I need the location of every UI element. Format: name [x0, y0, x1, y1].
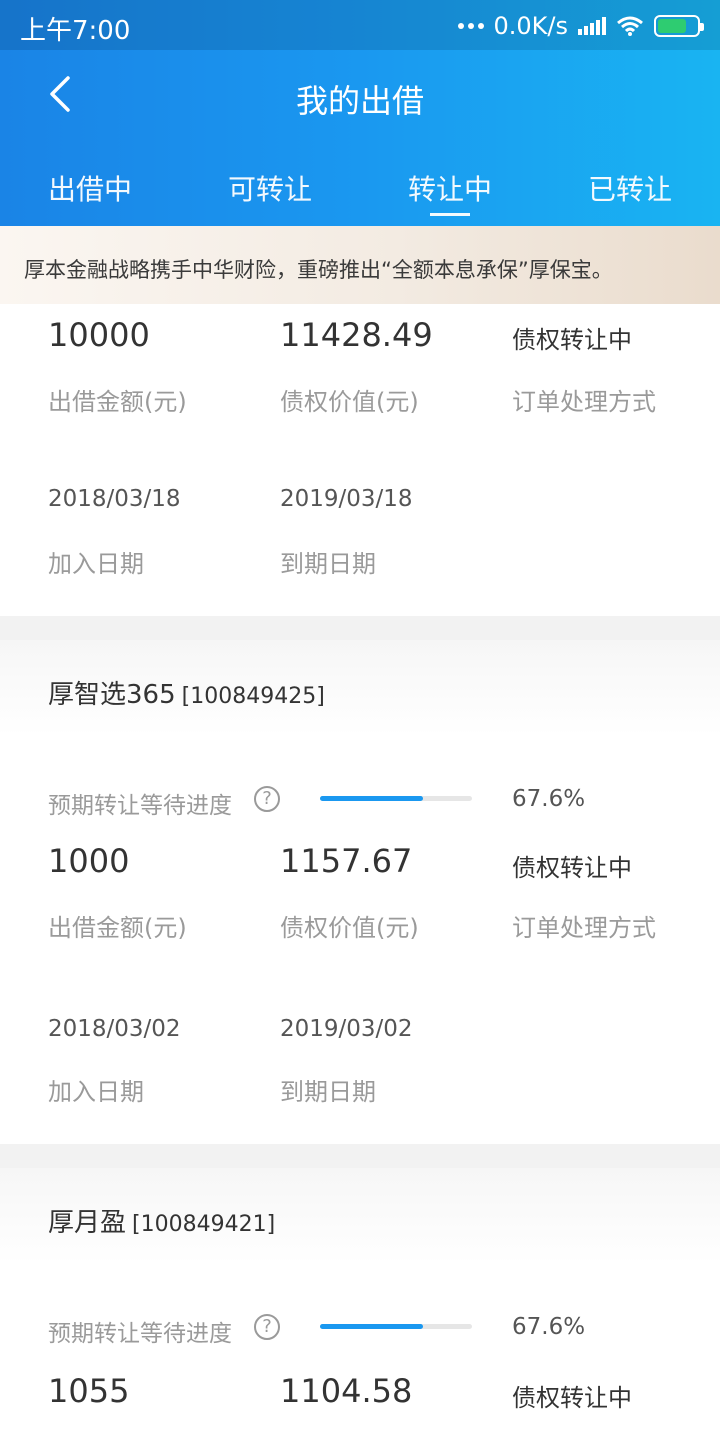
due-date: 2019/03/02	[280, 1016, 413, 1042]
debt-value: 1157.67	[280, 842, 413, 880]
progress-fill	[320, 1324, 423, 1329]
progress-value: 67.6%	[512, 1314, 586, 1340]
amount-label: 出借金额(元)	[48, 388, 187, 416]
wifi-icon	[617, 16, 643, 36]
card-header: 厚月盈 [100849421]	[0, 1168, 720, 1264]
progress-bar	[320, 796, 472, 801]
amount-label: 出借金额(元)	[48, 914, 187, 942]
due-date: 2019/03/18	[280, 486, 413, 512]
product-code: [100849421]	[132, 1212, 276, 1237]
progress-row: 预期转让等待进度 ? 67.6%	[0, 1310, 720, 1350]
help-icon[interactable]: ?	[254, 786, 280, 812]
tab-bar: 出借中 可转让 转让中 已转让	[0, 140, 720, 226]
notice-banner[interactable]: 厚本金融战略携手中华财险，重磅推出“全额本息承保”厚保宝。	[0, 226, 720, 304]
value-label: 债权价值(元)	[280, 388, 419, 416]
status-icons: 0.0K/s	[457, 10, 704, 42]
product-name: 厚月盈	[48, 1208, 127, 1238]
order-status: 债权转让中	[512, 854, 632, 882]
page-title: 我的出借	[295, 82, 424, 120]
help-icon[interactable]: ?	[254, 1314, 280, 1340]
progress-label: 预期转让等待进度	[48, 1321, 232, 1347]
due-date-label: 到期日期	[280, 1078, 376, 1106]
progress-bar	[320, 1324, 472, 1329]
signal-icon	[578, 17, 606, 35]
method-label: 订单处理方式	[512, 914, 656, 942]
debt-value: 11428.49	[280, 316, 433, 354]
method-label: 订单处理方式	[512, 388, 656, 416]
tab-transferring[interactable]: 转让中	[360, 140, 540, 226]
status-time: 上午7:00	[20, 16, 131, 46]
nav-bar: 我的出借	[0, 50, 720, 140]
amount-value: 1055	[48, 1372, 130, 1410]
progress-value: 67.6%	[512, 786, 586, 812]
product-code: [100849425]	[181, 684, 325, 709]
debt-value: 1104.58	[280, 1372, 413, 1410]
due-date-label: 到期日期	[280, 550, 376, 578]
progress-label: 预期转让等待进度	[48, 793, 232, 819]
tab-transferred[interactable]: 已转让	[540, 140, 720, 226]
amount-value: 1000	[48, 842, 130, 880]
join-date: 2018/03/18	[48, 486, 181, 512]
battery-charging-icon	[654, 15, 704, 37]
dots-icon	[457, 23, 484, 29]
join-date-label: 加入日期	[48, 550, 144, 578]
tab-lending[interactable]: 出借中	[0, 140, 180, 226]
progress-row: 预期转让等待进度 ? 67.6%	[0, 782, 720, 822]
loan-card[interactable]: 厚智选365 [100849425] 预期转让等待进度 ? 67.6% 1000 …	[0, 640, 720, 1144]
progress-fill	[320, 796, 423, 801]
join-date-label: 加入日期	[48, 1078, 144, 1106]
net-speed: 0.0K/s	[493, 12, 569, 40]
loan-card[interactable]: 厚月盈 [100849421] 预期转让等待进度 ? 67.6% 1055 110…	[0, 1168, 720, 1440]
tab-transferable[interactable]: 可转让	[180, 140, 360, 226]
order-status: 债权转让中	[512, 1384, 632, 1412]
app-header: 上午7:00 0.0K/s 我的出借 出借中 可转让 转让中 已转让	[0, 0, 720, 226]
loan-card[interactable]: 10000 11428.49 债权转让中 出借金额(元) 债权价值(元) 订单处…	[0, 304, 720, 616]
card-header: 厚智选365 [100849425]	[0, 640, 720, 736]
value-label: 债权价值(元)	[280, 914, 419, 942]
product-name: 厚智选365	[48, 680, 176, 710]
order-status: 债权转让中	[512, 326, 632, 354]
join-date: 2018/03/02	[48, 1016, 181, 1042]
status-bar: 上午7:00 0.0K/s	[0, 0, 720, 50]
amount-value: 10000	[48, 316, 150, 354]
